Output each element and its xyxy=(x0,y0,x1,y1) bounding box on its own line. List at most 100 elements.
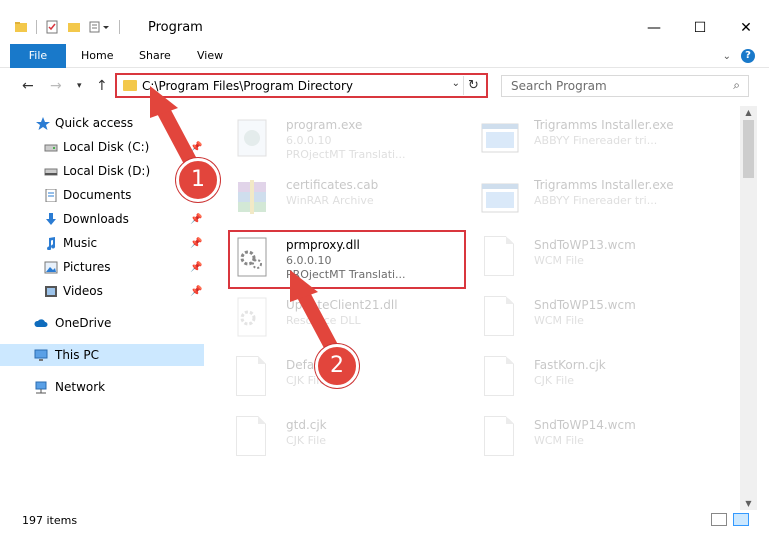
sidebar-item-label: Pictures xyxy=(63,260,111,274)
close-button[interactable]: ✕ xyxy=(723,12,769,44)
help-icon[interactable]: ? xyxy=(741,49,755,63)
document-icon xyxy=(236,416,266,456)
file-name: SndToWP15.wcm xyxy=(534,298,636,312)
sidebar-item-documents[interactable]: Documents 📌 xyxy=(0,184,204,206)
network-icon xyxy=(35,381,47,393)
sidebar-item-local-disk-d[interactable]: Local Disk (D:) xyxy=(0,160,204,182)
file-item-certificates-cab[interactable]: certificates.cab WinRAR Archive xyxy=(232,172,472,226)
file-item-gtd-cjk[interactable]: gtd.cjk CJK File xyxy=(232,412,472,466)
dll-gear-icon xyxy=(237,237,267,277)
pin-icon[interactable]: 📌 xyxy=(190,142,202,153)
search-icon[interactable]: ⌕ xyxy=(733,78,740,93)
drive-icon xyxy=(44,168,58,175)
sidebar-item-label: OneDrive xyxy=(55,316,112,330)
file-item-updateclient21[interactable]: UpdateClient21.dll Resource DLL xyxy=(232,292,472,346)
pin-icon[interactable]: 📌 xyxy=(190,286,202,297)
file-version: 6.0.0.10 xyxy=(286,134,332,147)
window-icon xyxy=(481,123,519,153)
file-name: program.exe xyxy=(286,118,363,132)
forward-arrow-icon[interactable]: → xyxy=(50,78,62,94)
pin-icon[interactable]: 📌 xyxy=(190,238,202,249)
document-icon xyxy=(484,416,514,456)
maximize-button[interactable]: ☐ xyxy=(677,12,723,44)
sidebar-item-onedrive[interactable]: OneDrive xyxy=(0,312,204,334)
file-item-program-exe[interactable]: program.exe 6.0.0.10 PROjectMT Translati… xyxy=(232,112,472,166)
scrollbar-thumb[interactable] xyxy=(743,120,754,178)
pin-icon[interactable]: 📌 xyxy=(190,262,202,273)
pin-icon[interactable]: 📌 xyxy=(190,214,202,225)
downloads-icon xyxy=(46,212,56,225)
computer-icon xyxy=(34,349,48,361)
documents-icon xyxy=(45,188,57,202)
file-item-fastkorn-cjk[interactable]: FastKorn.cjk CJK File xyxy=(480,352,720,406)
file-version: 6.0.0.10 xyxy=(286,254,332,267)
properties-icon[interactable] xyxy=(45,20,59,34)
file-name: FastKorn.cjk xyxy=(534,358,606,372)
tab-home[interactable]: Home xyxy=(68,44,126,68)
file-item-trigramms-installer[interactable]: Trigramms Installer.exe ABBYY Finereader… xyxy=(480,112,720,166)
scroll-down-icon[interactable]: ▼ xyxy=(740,499,757,508)
tab-file[interactable]: File xyxy=(10,44,66,68)
file-description: PROjectMT Translati... xyxy=(286,148,406,161)
toolbar-separator xyxy=(119,20,120,34)
file-item-sndtowp14[interactable]: SndToWP14.wcm WCM File xyxy=(480,412,720,466)
file-item-prmproxy-dll[interactable]: prmproxy.dll 6.0.0.10 PROjectMT Translat… xyxy=(232,232,472,286)
up-arrow-icon[interactable]: ↑ xyxy=(96,78,108,94)
vertical-scrollbar[interactable]: ▲ ▼ xyxy=(740,106,757,510)
address-bar[interactable]: C:\Program Files\Program Directory ⌄ ↻ xyxy=(115,73,488,98)
document-icon xyxy=(484,356,514,396)
scroll-up-icon[interactable]: ▲ xyxy=(740,108,757,117)
window-icon xyxy=(481,183,519,213)
sidebar-item-label: Downloads xyxy=(63,212,129,226)
navigation-bar: ← → ▾ ↑ C:\Program Files\Program Directo… xyxy=(0,70,769,102)
new-folder-icon[interactable] xyxy=(67,20,81,34)
window-controls: — ☐ ✕ xyxy=(631,12,769,44)
chevron-down-icon[interactable]: ⌄ xyxy=(723,51,731,62)
file-list: program.exe 6.0.0.10 PROjectMT Translati… xyxy=(212,108,740,508)
sidebar-item-videos[interactable]: Videos 📌 xyxy=(0,280,204,302)
file-name: gtd.cjk xyxy=(286,418,327,432)
tab-view[interactable]: View xyxy=(184,44,236,68)
cloud-icon xyxy=(34,318,48,327)
file-description: CJK File xyxy=(286,434,327,447)
file-name: UpdateClient21.dll xyxy=(286,298,398,312)
chevron-down-icon[interactable]: ⌄ xyxy=(452,78,460,89)
folder-icon xyxy=(123,80,137,91)
file-item-sndtowp13[interactable]: SndToWP13.wcm WCM File xyxy=(480,232,720,286)
sidebar-item-pictures[interactable]: Pictures 📌 xyxy=(0,256,204,278)
sidebar-item-music[interactable]: Music 📌 xyxy=(0,232,204,254)
sidebar-item-this-pc[interactable]: This PC xyxy=(0,344,204,366)
file-description: CJK File xyxy=(534,374,575,387)
customize-toolbar-icon[interactable] xyxy=(89,20,111,34)
recent-locations-icon[interactable]: ▾ xyxy=(77,81,82,91)
document-icon xyxy=(484,236,514,276)
file-item-sndtowp15[interactable]: SndToWP15.wcm WCM File xyxy=(480,292,720,346)
file-description: WCM File xyxy=(534,254,584,267)
address-path[interactable]: C:\Program Files\Program Directory xyxy=(142,79,353,93)
sidebar-item-downloads[interactable]: Downloads 📌 xyxy=(0,208,204,230)
file-description: PROjectMT Translati... xyxy=(286,268,406,281)
sidebar-item-quick-access[interactable]: Quick access xyxy=(0,112,204,134)
file-name: SndToWP13.wcm xyxy=(534,238,636,252)
pictures-icon xyxy=(44,261,58,273)
sidebar-item-network[interactable]: Network xyxy=(0,376,204,398)
file-name: prmproxy.dll xyxy=(286,238,360,252)
item-count: 197 items xyxy=(22,514,78,527)
tab-share[interactable]: Share xyxy=(126,44,184,68)
file-description: WCM File xyxy=(534,314,584,327)
details-view-icon[interactable] xyxy=(711,513,727,526)
folder-icon xyxy=(15,22,27,32)
refresh-icon[interactable]: ↻ xyxy=(463,76,483,95)
file-item-trigramms-installer-2[interactable]: Trigramms Installer.exe ABBYY Finereader… xyxy=(480,172,720,226)
sidebar-item-local-disk-c[interactable]: Local Disk (C:) 📌 xyxy=(0,136,204,158)
large-icons-view-icon[interactable] xyxy=(733,513,749,526)
sidebar-item-label: This PC xyxy=(55,348,99,362)
file-description: ABBYY Finereader tri... xyxy=(534,194,658,207)
back-arrow-icon[interactable]: ← xyxy=(22,78,34,94)
document-icon xyxy=(236,356,266,396)
annotation-badge-1: 1 xyxy=(176,158,220,202)
sidebar-item-label: Music xyxy=(63,236,98,250)
dll-gear-icon xyxy=(237,297,267,337)
minimize-button[interactable]: — xyxy=(631,12,677,44)
search-input[interactable]: Search Program ⌕ xyxy=(501,75,749,97)
